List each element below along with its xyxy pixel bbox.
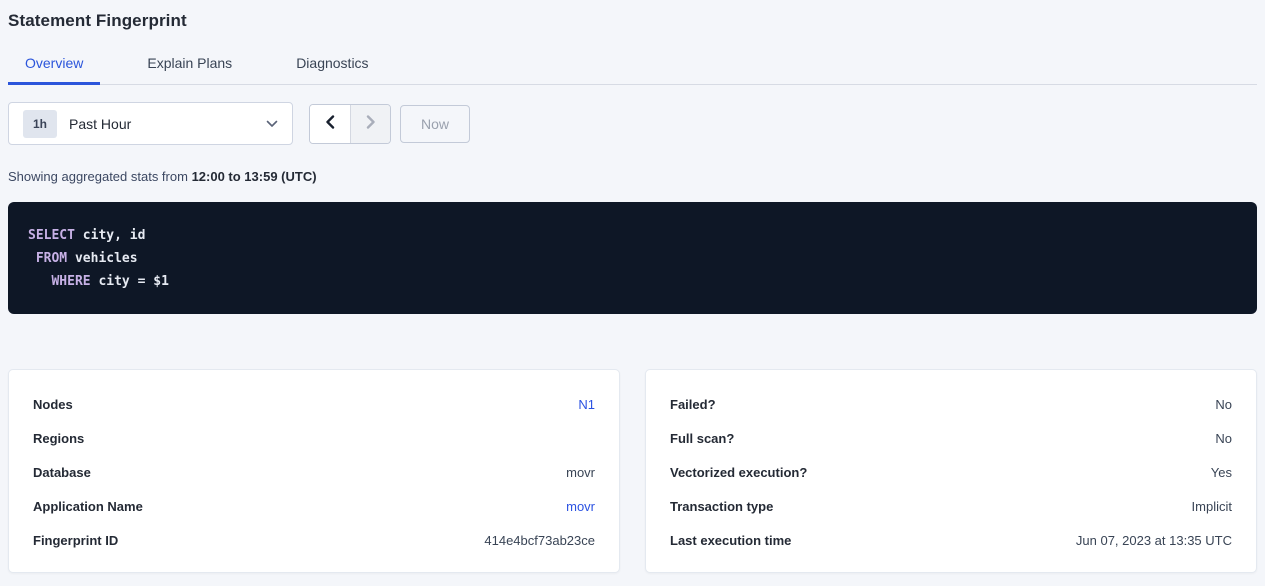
kv-value: 414e4bcf73ab23ce — [484, 533, 595, 548]
aggregated-stats-text: Showing aggregated stats from 12:00 to 1… — [8, 169, 1257, 184]
chevron-right-icon — [366, 115, 376, 132]
execution-attributes-card: Failed? No Full scan? No Vectorized executio… — [645, 369, 1257, 573]
sql-line: SELECT city, id — [28, 224, 1237, 247]
kv-value: Yes — [1211, 465, 1232, 480]
kv-label: Database — [33, 465, 91, 480]
summary-cards: NodesN1RegionsDatabasemovrApplication Na… — [8, 369, 1257, 573]
sql-keyword: FROM — [36, 251, 67, 266]
time-controls: 1h Past Hour Now — [8, 102, 1257, 145]
time-step-button-group — [309, 104, 391, 144]
time-range-badge: 1h — [23, 110, 57, 138]
now-button[interactable]: Now — [400, 105, 470, 143]
tab-overview[interactable]: Overview — [8, 46, 100, 85]
kv-row: Vectorized execution? Yes — [670, 455, 1232, 489]
kv-value: Implicit — [1192, 499, 1232, 514]
kv-label: Vectorized execution? — [670, 465, 807, 480]
kv-row: Database movr — [33, 455, 595, 489]
kv-label: Fingerprint ID — [33, 533, 118, 548]
kv-label: Application Name — [33, 499, 143, 514]
time-range-label: Past Hour — [69, 116, 266, 132]
aggregated-stats-prefix: Showing aggregated stats from — [8, 169, 192, 184]
chevron-down-icon — [266, 120, 278, 128]
kv-value-link[interactable]: N1 — [578, 397, 595, 412]
kv-label: Nodes — [33, 397, 73, 412]
statement-details-card: NodesN1RegionsDatabasemovrApplication Na… — [8, 369, 620, 573]
sql-keyword: SELECT — [28, 228, 75, 243]
page-title: Statement Fingerprint — [8, 0, 1257, 31]
kv-label: Failed? — [670, 397, 716, 412]
kv-label: Transaction type — [670, 499, 773, 514]
kv-row: Regions — [33, 421, 595, 455]
kv-label: Full scan? — [670, 431, 734, 446]
kv-value: No — [1215, 397, 1232, 412]
statement-fingerprint-page: Statement Fingerprint Overview Explain Pl… — [0, 0, 1265, 573]
sql-line: WHERE city = $1 — [28, 270, 1237, 293]
kv-row: Nodes N1 — [33, 387, 595, 421]
time-range-dropdown[interactable]: 1h Past Hour — [8, 102, 293, 145]
sql-keyword: WHERE — [51, 274, 90, 289]
kv-row: Last execution time Jun 07, 2023 at 13:35… — [670, 523, 1232, 557]
kv-row: Full scan? No — [670, 421, 1232, 455]
kv-label: Regions — [33, 431, 84, 446]
kv-row: Failed? No — [670, 387, 1232, 421]
kv-row: Fingerprint ID 414e4bcf73ab23ce — [33, 523, 595, 557]
kv-row: Application Name movr — [33, 489, 595, 523]
chevron-left-icon — [325, 115, 335, 132]
sql-line: FROM vehicles — [28, 247, 1237, 270]
tab-diagnostics[interactable]: Diagnostics — [279, 46, 385, 85]
aggregated-stats-range: 12:00 to 13:59 (UTC) — [192, 169, 317, 184]
kv-value: Jun 07, 2023 at 13:35 UTC — [1076, 533, 1232, 548]
kv-value: No — [1215, 431, 1232, 446]
tab-explain-plans[interactable]: Explain Plans — [130, 46, 249, 85]
tab-bar: Overview Explain Plans Diagnostics — [8, 46, 1257, 85]
kv-value: movr — [566, 465, 595, 480]
sql-statement-box: SELECT city, id FROM vehicles WHERE city… — [8, 202, 1257, 314]
kv-label: Last execution time — [670, 533, 791, 548]
previous-time-button[interactable] — [310, 105, 350, 143]
kv-value-link[interactable]: movr — [566, 499, 595, 514]
kv-row: Transaction type Implicit — [670, 489, 1232, 523]
next-time-button[interactable] — [350, 105, 390, 143]
